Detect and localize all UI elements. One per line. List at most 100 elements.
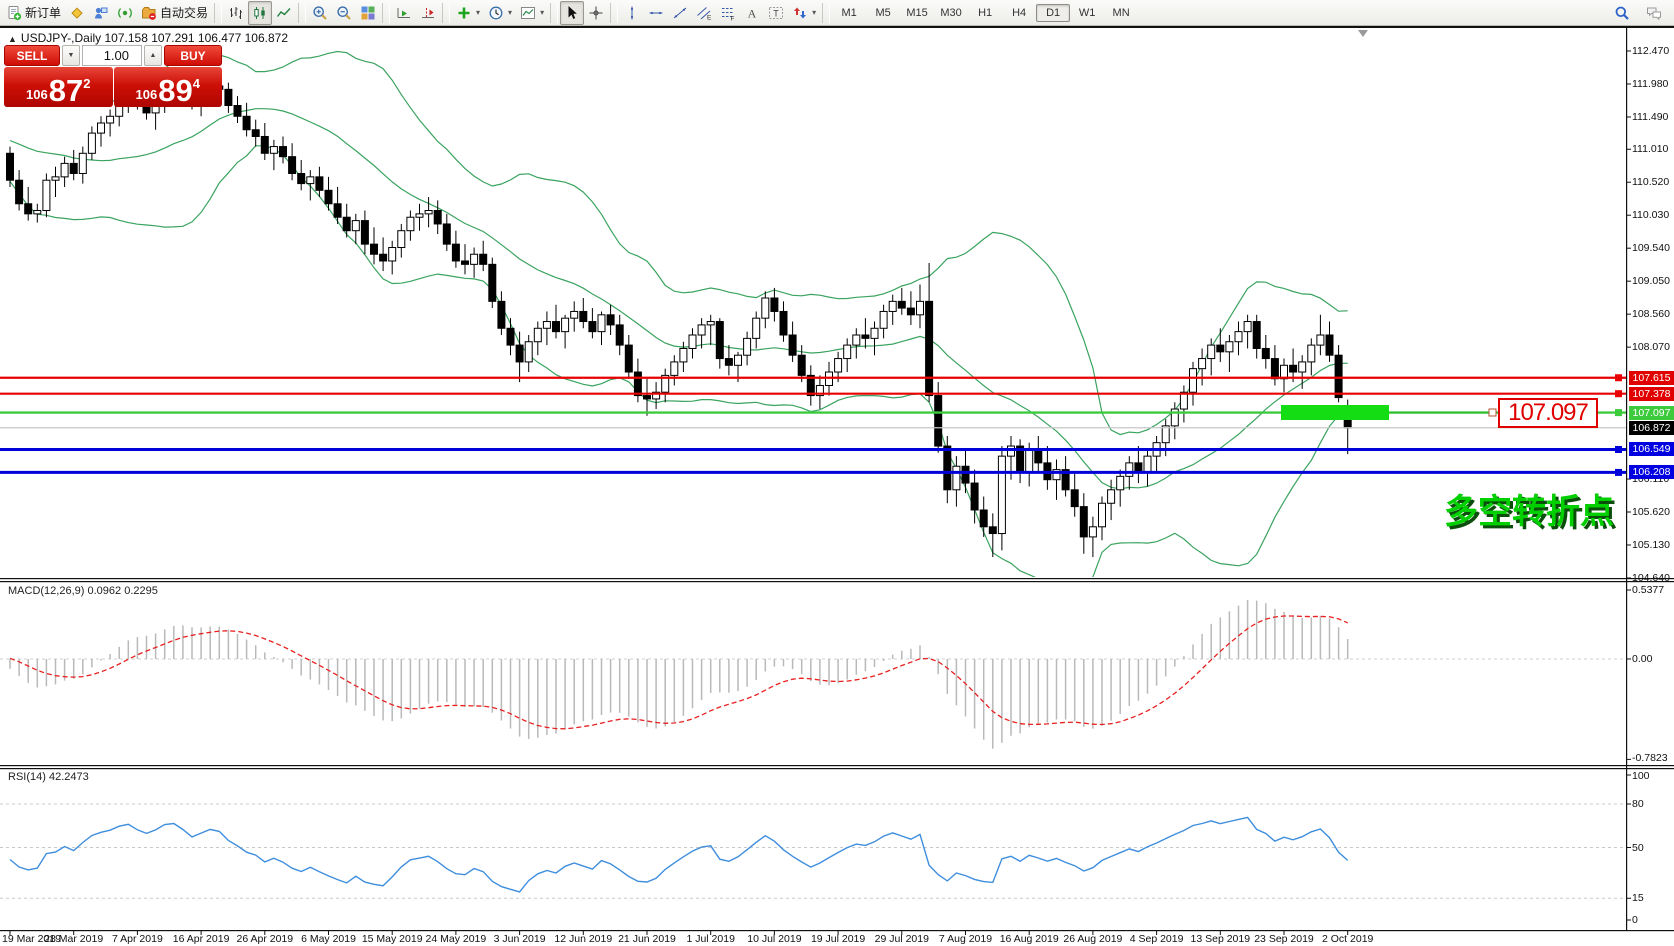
chartshift-icon [420,5,436,21]
timeframe-d1-button[interactable]: D1 [1036,4,1070,22]
dropdown-caret-icon[interactable]: ▾ [540,8,544,17]
clock-icon [488,5,504,21]
timeframe-m15-button[interactable]: M15 [900,4,934,22]
macd-value-main: 0.0962 [87,585,121,597]
search-button[interactable] [1610,1,1634,25]
date-axis-label: 6 May 2019 [301,933,356,945]
line-chart-button[interactable] [272,1,296,25]
templates-button[interactable]: ▾ [516,1,548,25]
timeframe-w1-button[interactable]: W1 [1070,4,1104,22]
crosshair-button[interactable] [584,1,608,25]
level-price-tag: 106.208 [1629,465,1674,479]
sell-button[interactable]: SELL [4,45,60,66]
volume-down-button[interactable]: ▼ [62,45,80,66]
signal-icon [117,5,133,21]
cursor-button[interactable] [560,1,584,25]
tile-icon [360,5,376,21]
candle-chart-button[interactable] [248,1,272,25]
periods-button[interactable]: ▾ [484,1,516,25]
chart-window[interactable]: 新订单 自动交易 ▾ ▾ ▾ EFAT ▾ M1M5M15M30H1H4D1W1MN ▲USD… [0,0,1674,946]
arrows-icon [792,5,808,21]
dropdown-caret-icon[interactable]: ▾ [812,8,816,17]
main-chart-svg[interactable] [0,0,1674,946]
timeframe-h4-button[interactable]: H4 [1002,4,1036,22]
text-button[interactable]: A [740,1,764,25]
price-axis-tick: 111.490 [1632,111,1674,123]
rsi-axis-tick: 80 [1632,798,1674,810]
date-axis-label: 15 May 2019 [362,933,423,945]
auto-scroll-button[interactable] [392,1,416,25]
indadd-icon [456,5,472,21]
chart-shift-button[interactable] [416,1,440,25]
collapse-panel-icon[interactable]: ▲ [8,34,17,44]
volume-input[interactable]: 1.00 [82,45,142,66]
toolbar-separator [382,3,390,23]
price-callout-box[interactable]: 107.097 [1498,398,1598,428]
toolbar-separator [822,3,830,23]
metaeditor-button[interactable] [65,1,89,25]
price-axis-tick: 110.520 [1632,176,1674,188]
sell-price-base: 106 [26,87,48,102]
tile-windows-button[interactable] [356,1,380,25]
template-icon [520,5,536,21]
toolbar-separator [610,3,618,23]
dropdown-caret-icon[interactable]: ▾ [508,8,512,17]
date-axis-label: 3 Jun 2019 [494,933,546,945]
new-order-button[interactable]: 新订单 [2,1,65,25]
price-axis-tick: 105.130 [1632,539,1674,551]
hline-button[interactable] [644,1,668,25]
bar-chart-button[interactable] [224,1,248,25]
dropdown-caret-icon[interactable]: ▾ [476,8,480,17]
current-price-tag: 106.872 [1629,421,1674,435]
signals-button[interactable] [113,1,137,25]
chat-icon [1646,5,1662,21]
date-axis-label: 4 Sep 2019 [1130,933,1184,945]
date-axis-label: 2 Oct 2019 [1322,933,1373,945]
zoom-out-button[interactable] [332,1,356,25]
timeframe-m30-button[interactable]: M30 [934,4,968,22]
buy-price-base: 106 [136,87,158,102]
level-price-tag: 107.615 [1629,371,1674,385]
sell-price-panel[interactable]: 106872 [4,67,113,107]
zoom-in-button[interactable] [308,1,332,25]
text-label-button[interactable]: T [764,1,788,25]
timeframe-m1-button[interactable]: M1 [832,4,866,22]
macd-axis-tick: -0.7823 [1632,752,1674,764]
sell-price-big: 87 [49,76,83,105]
autotrade-icon [141,5,157,21]
fibonacci-button[interactable]: F [716,1,740,25]
zoomout-icon [336,5,352,21]
buy-button[interactable]: BUY [164,45,222,66]
volume-up-button[interactable]: ▲ [144,45,162,66]
ohlc-header: ▲USDJPY-,Daily 107.158 107.291 106.477 1… [8,31,288,45]
svg-text:A: A [748,6,757,20]
price-axis-tick: 111.010 [1632,143,1674,155]
macd-axis-tick: 0.00 [1632,653,1674,665]
timeframe-h1-button[interactable]: H1 [968,4,1002,22]
terminal-button[interactable] [89,1,113,25]
date-axis-label: 24 May 2019 [426,933,487,945]
buy-price-big: 89 [158,76,192,105]
rsi-axis-tick: 0 [1632,914,1674,926]
buy-price-panel[interactable]: 106894 [114,67,223,107]
indicators-button[interactable]: ▾ [452,1,484,25]
channel-button[interactable]: E [692,1,716,25]
trendline-button[interactable] [668,1,692,25]
autotrade-button[interactable]: 自动交易 [137,1,212,25]
price-axis-tick: 111.980 [1632,78,1674,90]
date-axis-label: 29 Jul 2019 [875,933,929,945]
highlight-zone[interactable] [1281,405,1389,420]
vline-button[interactable] [620,1,644,25]
price-axis-tick: 108.560 [1632,308,1674,320]
timeframe-mn-button[interactable]: MN [1104,4,1138,22]
date-axis-label: 1 Jul 2019 [686,933,734,945]
macd-axis-tick: 0.5377 [1632,584,1674,596]
toolbar-separator [550,3,558,23]
terminal-icon [93,5,109,21]
chat-button[interactable] [1642,1,1666,25]
annotation-text[interactable]: 多空转折点 [1444,484,1614,533]
arrows-button[interactable]: ▾ [788,1,820,25]
timeframe-m5-button[interactable]: M5 [866,4,900,22]
hline-icon [648,5,664,21]
docplus-icon [6,5,22,21]
